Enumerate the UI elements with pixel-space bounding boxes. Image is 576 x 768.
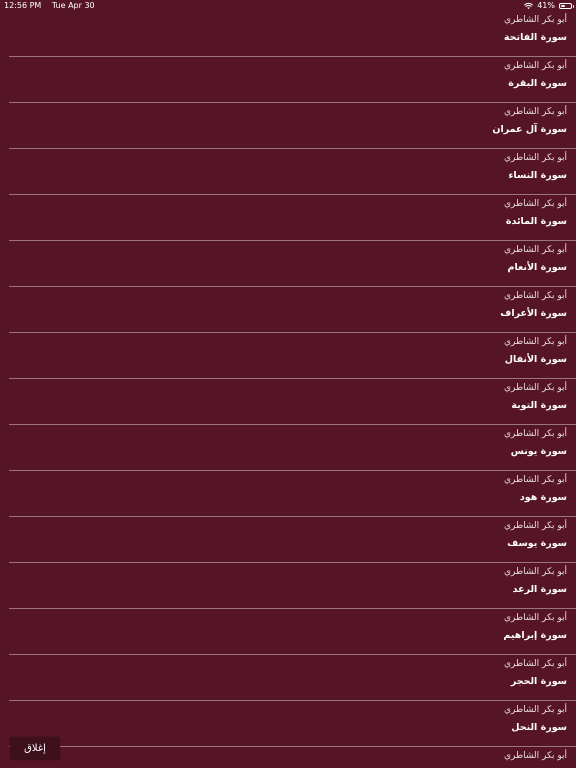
reciter-name: أبو بكر الشاطري — [503, 15, 567, 25]
reciter-name: أبو بكر الشاطري — [503, 383, 567, 393]
reciter-name: أبو بكر الشاطري — [503, 751, 567, 761]
reciter-name: أبو بكر الشاطري — [503, 567, 567, 577]
list-item[interactable]: أبو بكر الشاطري سورة الفاتحة — [9, 11, 576, 57]
status-bar-right: 41% — [524, 0, 574, 12]
status-date: Tue Apr 30 — [51, 1, 95, 10]
battery-level-fill — [561, 5, 565, 7]
list-item[interactable]: أبو بكر الشاطري سورة الأنفال — [9, 333, 576, 379]
close-button[interactable]: إغلاق — [10, 737, 60, 760]
surah-title: سورة الأنعام — [507, 262, 567, 273]
list-item[interactable]: أبو بكر الشاطري سورة النساء — [9, 149, 576, 195]
surah-title: سورة الحجر — [510, 676, 567, 687]
status-bar: 12:56 PM Tue Apr 30 41% — [0, 0, 576, 12]
list-item[interactable]: أبو بكر الشاطري سورة آل عمران — [9, 103, 576, 149]
reciter-name: أبو بكر الشاطري — [503, 61, 567, 71]
list-item[interactable]: أبو بكر الشاطري سورة هود — [9, 471, 576, 517]
surah-title: سورة التوبة — [511, 400, 567, 411]
surah-title: سورة المائدة — [505, 216, 567, 227]
surah-title: سورة البقرة — [508, 78, 567, 89]
surah-list[interactable]: أبو بكر الشاطري سورة الفاتحة أبو بكر الشاط… — [9, 11, 576, 768]
reciter-name: أبو بكر الشاطري — [503, 153, 567, 163]
surah-title: سورة النحل — [511, 722, 567, 733]
status-time: 12:56 PM — [4, 1, 42, 10]
reciter-name: أبو بكر الشاطري — [503, 429, 567, 439]
list-item[interactable]: أبو بكر الشاطري سورة الأعراف — [9, 287, 576, 333]
reciter-name: أبو بكر الشاطري — [503, 521, 567, 531]
reciter-name: أبو بكر الشاطري — [503, 245, 567, 255]
list-item[interactable]: أبو بكر الشاطري سورة الحجر — [9, 655, 576, 701]
surah-title: سورة آل عمران — [492, 124, 567, 135]
reciter-name: أبو بكر الشاطري — [503, 613, 567, 623]
list-item[interactable]: أبو بكر الشاطري — [9, 747, 576, 768]
list-item[interactable]: أبو بكر الشاطري سورة التوبة — [9, 379, 576, 425]
surah-title: سورة الأعراف — [500, 308, 567, 319]
reciter-name: أبو بكر الشاطري — [503, 475, 567, 485]
reciter-name: أبو بكر الشاطري — [503, 107, 567, 117]
list-item[interactable]: أبو بكر الشاطري سورة المائدة — [9, 195, 576, 241]
list-item[interactable]: أبو بكر الشاطري سورة البقرة — [9, 57, 576, 103]
battery-icon — [559, 3, 574, 9]
list-item[interactable]: أبو بكر الشاطري سورة الأنعام — [9, 241, 576, 287]
status-bar-left: 12:56 PM Tue Apr 30 — [4, 0, 103, 12]
reciter-name: أبو بكر الشاطري — [503, 705, 567, 715]
surah-title: سورة يوسف — [507, 538, 567, 549]
reciter-name: أبو بكر الشاطري — [503, 291, 567, 301]
surah-title: سورة يونس — [510, 446, 567, 457]
surah-title: سورة الفاتحة — [503, 32, 567, 43]
list-item[interactable]: أبو بكر الشاطري سورة إبراهيم — [9, 609, 576, 655]
list-item[interactable]: أبو بكر الشاطري سورة يونس — [9, 425, 576, 471]
reciter-name: أبو بكر الشاطري — [503, 199, 567, 209]
surah-title: سورة الأنفال — [504, 354, 567, 365]
surah-title: سورة الرعد — [512, 584, 567, 595]
reciter-name: أبو بكر الشاطري — [503, 659, 567, 669]
surah-title: سورة هود — [519, 492, 567, 503]
battery-percent: 41% — [537, 1, 555, 10]
reciter-name: أبو بكر الشاطري — [503, 337, 567, 347]
wifi-icon — [524, 2, 534, 10]
surah-title: سورة إبراهيم — [503, 630, 567, 641]
list-item[interactable]: أبو بكر الشاطري سورة الرعد — [9, 563, 576, 609]
list-item[interactable]: أبو بكر الشاطري سورة يوسف — [9, 517, 576, 563]
list-item[interactable]: أبو بكر الشاطري سورة النحل — [9, 701, 576, 747]
surah-list-screen: 12:56 PM Tue Apr 30 41% أبو بكر الشاطري س… — [0, 0, 576, 768]
surah-title: سورة النساء — [508, 170, 567, 181]
